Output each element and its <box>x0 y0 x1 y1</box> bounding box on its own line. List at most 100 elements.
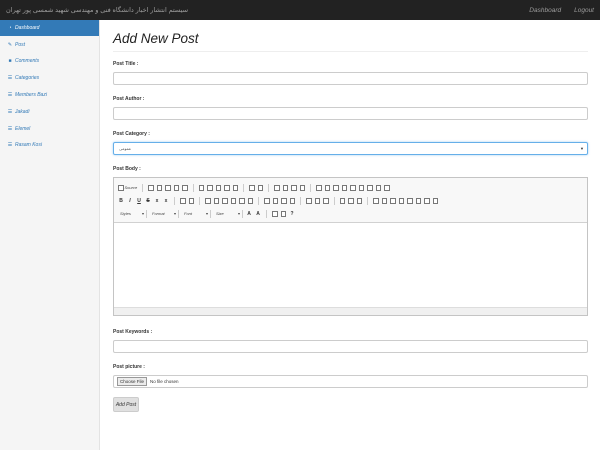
indent-icon[interactable] <box>230 197 236 204</box>
smiley-icon[interactable] <box>407 197 413 204</box>
numbered-list-icon[interactable] <box>205 197 211 204</box>
subscript-icon[interactable]: x <box>154 198 160 204</box>
textfield-icon[interactable] <box>341 184 348 191</box>
sidebar-item-elemel[interactable]: ☰ Elemel <box>0 121 99 138</box>
select-all-icon[interactable] <box>291 184 297 191</box>
nav-link-dashboard[interactable]: Dashboard <box>529 7 561 14</box>
post-picture-group: Post picture : Choose File No file chose… <box>113 364 588 388</box>
language-icon[interactable] <box>323 197 329 204</box>
unlink-icon[interactable] <box>348 197 354 204</box>
navbar-brand[interactable]: سیستم انتشار اخبار دانشگاه فنی و مهندسی … <box>6 6 188 14</box>
blockquote-icon[interactable] <box>239 197 245 204</box>
link-icon[interactable] <box>339 197 345 204</box>
outdent-icon[interactable] <box>222 197 228 204</box>
redo-icon[interactable] <box>257 184 264 191</box>
add-post-button[interactable]: Add Post <box>113 397 139 412</box>
justify-icon[interactable] <box>289 197 295 204</box>
undo-icon[interactable] <box>249 184 255 191</box>
paste-word-icon[interactable] <box>232 184 239 191</box>
post-keywords-input[interactable] <box>113 340 588 353</box>
hidden-field-icon[interactable] <box>384 184 390 191</box>
rtl-icon[interactable] <box>314 197 320 204</box>
maximize-icon[interactable] <box>272 210 278 217</box>
list-icon: ☰ <box>7 108 13 115</box>
post-title-input[interactable] <box>113 72 588 85</box>
templates-icon[interactable] <box>182 184 188 191</box>
toolbar-row-1: Source <box>118 181 583 194</box>
show-blocks-icon[interactable] <box>280 210 286 217</box>
sidebar-item-jakadi[interactable]: ☰ Jakadi <box>0 104 99 121</box>
cut-icon[interactable] <box>198 184 205 191</box>
select-field-icon[interactable] <box>358 184 365 191</box>
form-icon[interactable] <box>316 184 322 191</box>
image-icon[interactable] <box>373 197 379 204</box>
background-color-icon[interactable]: A <box>255 211 261 217</box>
remove-format-icon[interactable] <box>188 197 194 204</box>
strike-icon[interactable]: S <box>145 198 151 204</box>
sidebar-item-post[interactable]: ✎ Post <box>0 37 99 54</box>
superscript-icon[interactable]: x <box>163 198 169 204</box>
anchor-icon[interactable] <box>356 197 362 204</box>
iframe-icon[interactable] <box>432 197 438 204</box>
sidebar-item-members[interactable]: ☰ Members Bazi <box>0 87 99 104</box>
post-category-select[interactable]: عمومی ▼ <box>113 142 588 155</box>
underline-icon[interactable]: U <box>136 198 142 204</box>
sidebar-item-dashboard[interactable]: ◔ Dashboard <box>0 20 99 37</box>
format-combo[interactable]: Format ▾ <box>150 209 179 218</box>
new-page-icon[interactable] <box>156 184 163 191</box>
choose-file-button[interactable]: Choose File <box>117 377 148 386</box>
flash-icon[interactable] <box>381 197 387 204</box>
button-icon[interactable] <box>367 184 373 191</box>
paste-icon[interactable] <box>215 184 222 191</box>
comment-icon: ■ <box>8 58 12 65</box>
sidebar-item-rasam-kosi[interactable]: ☰ Rasam Kosi <box>0 138 99 155</box>
special-char-icon[interactable] <box>415 197 421 204</box>
align-right-icon[interactable] <box>281 197 287 204</box>
textarea-icon[interactable] <box>350 184 356 191</box>
horizontal-rule-icon[interactable] <box>398 197 404 204</box>
list-icon: ☰ <box>7 75 13 82</box>
sidebar-item-categories[interactable]: ☰ Categories <box>0 70 99 88</box>
radio-icon[interactable] <box>333 184 339 191</box>
post-author-input[interactable] <box>113 107 588 120</box>
styles-label: Styles <box>120 211 131 216</box>
find-icon[interactable] <box>274 184 280 191</box>
size-combo[interactable]: Size ▾ <box>214 209 243 218</box>
save-icon[interactable] <box>148 184 154 191</box>
source-button[interactable]: Source <box>118 184 137 191</box>
bullet-list-icon[interactable] <box>213 197 219 204</box>
styles-combo[interactable]: Styles ▾ <box>118 209 147 218</box>
checkbox-icon[interactable] <box>324 184 331 191</box>
copy-format-icon[interactable] <box>180 197 186 204</box>
image-button-icon[interactable] <box>375 184 382 191</box>
text-color-icon[interactable]: A <box>246 211 252 217</box>
post-author-group: Post Author : <box>113 96 588 120</box>
table-icon[interactable] <box>390 197 396 204</box>
help-icon[interactable]: ? <box>289 211 295 217</box>
print-icon[interactable] <box>173 184 180 191</box>
paste-text-icon[interactable] <box>224 184 230 191</box>
sidebar-item-comments[interactable]: ■ Comments <box>0 54 99 71</box>
align-center-icon[interactable] <box>272 197 278 204</box>
editor-content-area[interactable] <box>114 223 587 307</box>
bold-icon[interactable]: B <box>118 198 124 204</box>
editor-resize-bar[interactable] <box>114 307 587 315</box>
align-left-icon[interactable] <box>264 197 270 204</box>
spellcheck-icon[interactable] <box>299 184 306 191</box>
post-author-label: Post Author : <box>113 96 145 102</box>
ltr-icon[interactable] <box>306 197 312 204</box>
replace-icon[interactable] <box>282 184 289 191</box>
page-break-icon[interactable] <box>424 197 430 204</box>
italic-icon[interactable]: I <box>127 198 133 204</box>
nav-link-logout[interactable]: Logout <box>574 7 594 14</box>
chevron-down-icon: ▼ <box>580 146 584 151</box>
toolbar-separator <box>300 196 301 205</box>
font-combo[interactable]: Font ▾ <box>182 209 211 218</box>
div-icon[interactable] <box>247 197 253 204</box>
preview-icon[interactable] <box>165 184 171 191</box>
post-body-label: Post Body : <box>113 166 141 172</box>
toolbar-separator <box>243 183 245 192</box>
copy-icon[interactable] <box>207 184 213 191</box>
toolbar-separator <box>268 183 270 192</box>
format-label: Format <box>152 211 165 216</box>
